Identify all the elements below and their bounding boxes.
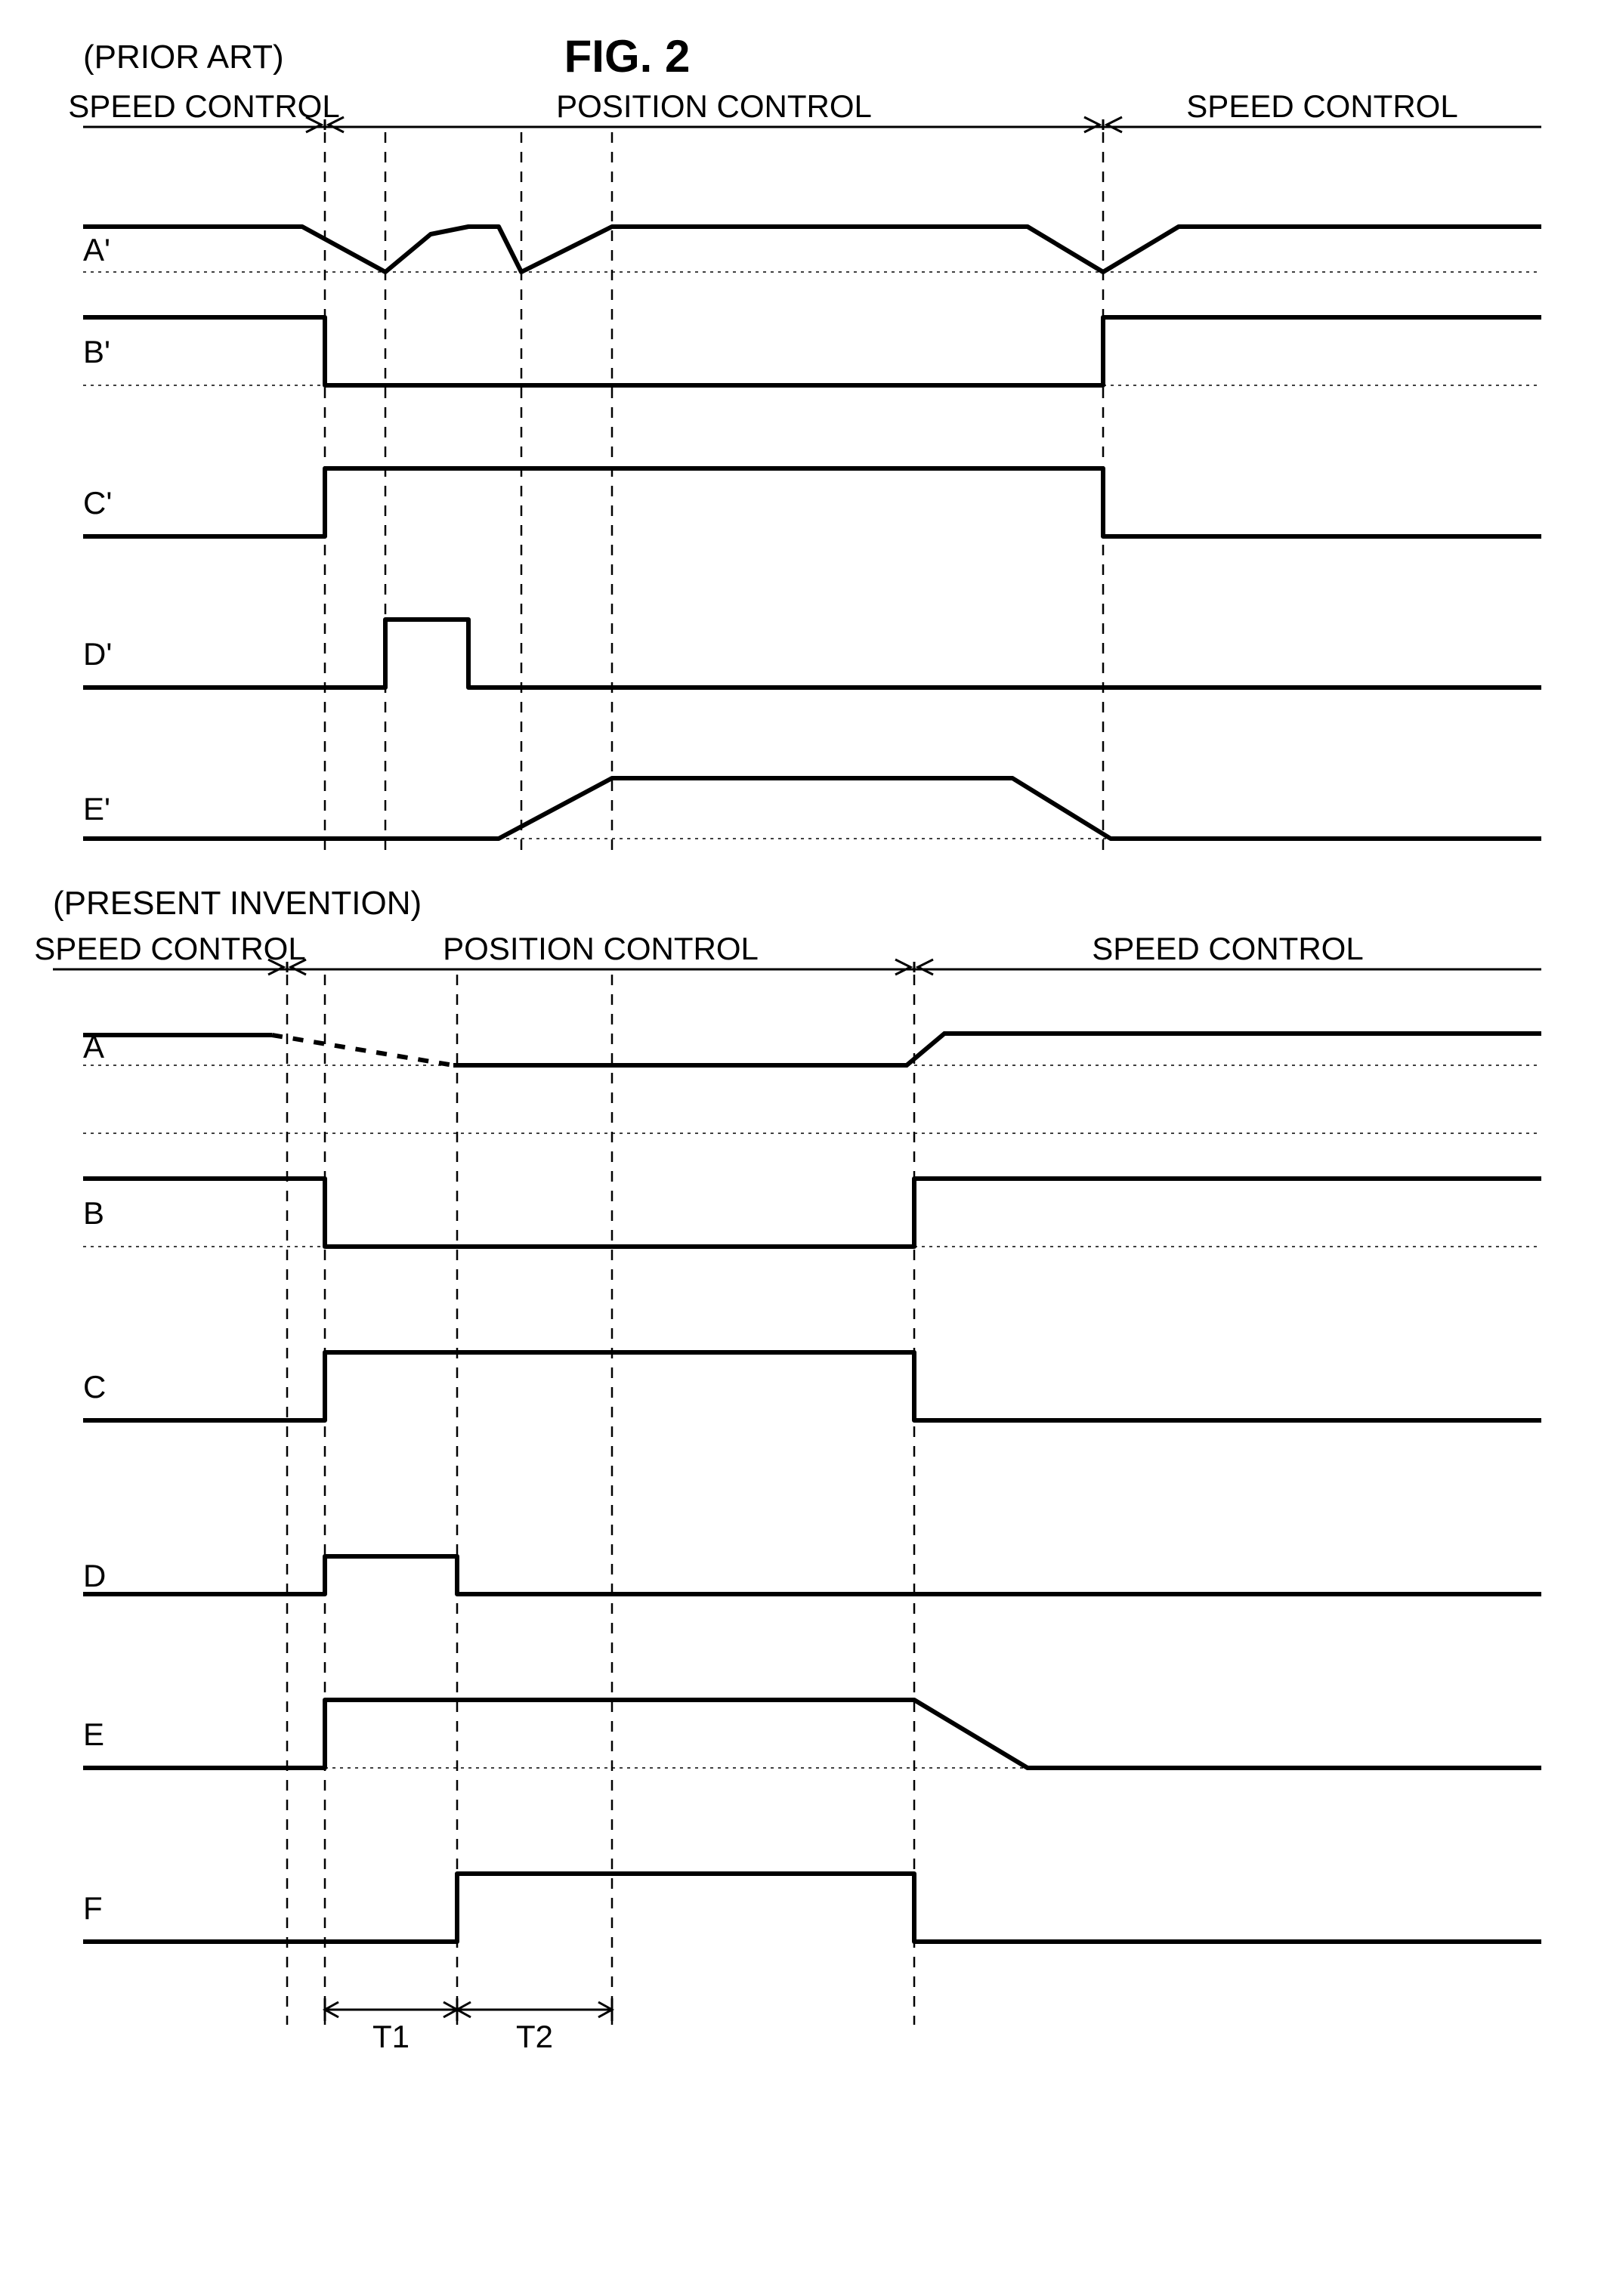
signal-label-C: C (83, 1369, 106, 1404)
figure-title: FIG. 2 (564, 31, 691, 82)
region-label-position_control: POSITION CONTROL (556, 88, 872, 124)
signal-label-Bp: B' (83, 334, 110, 369)
time-span-label-t1: T1 (372, 2019, 410, 2054)
region-label-speed_control: SPEED CONTROL (34, 931, 305, 966)
arrow-left-icon (1107, 117, 1122, 132)
region-label-speed_control: SPEED CONTROL (1092, 931, 1363, 966)
signal-trace-C (83, 1352, 1541, 1420)
arrow-right-icon (1084, 117, 1099, 132)
signal-label-Ap: A' (83, 232, 110, 267)
signal-trace-Dp (83, 620, 1541, 688)
region-label-speed_control: SPEED CONTROL (1186, 88, 1457, 124)
signal-trace-Ap (83, 227, 1541, 272)
figure-2: (PRIOR ART) FIG. 2 SPEED CONTROL POSITION C… (30, 30, 1571, 2266)
prior-art-label: (PRIOR ART) (83, 39, 284, 76)
signal-trace-A-2 (453, 1034, 1541, 1065)
signal-label-F: F (83, 1890, 103, 1926)
signal-label-E: E (83, 1717, 104, 1752)
signal-trace-A-dashed (272, 1035, 453, 1065)
region-label-position_control: POSITION CONTROL (443, 931, 759, 966)
present-invention-label: (PRESENT INVENTION) (53, 885, 422, 922)
signal-label-Ep: E' (83, 791, 110, 827)
signal-trace-Ep (83, 778, 1541, 839)
arrow-left-icon (918, 959, 933, 975)
arrow-right-icon (895, 959, 910, 975)
signal-trace-B (83, 1179, 1541, 1247)
signal-trace-Cp (83, 468, 1541, 536)
signal-label-Dp: D' (83, 636, 112, 672)
signal-trace-E (83, 1700, 1541, 1768)
region-label-speed_control: SPEED CONTROL (68, 88, 339, 124)
signal-trace-Bp (83, 317, 1541, 385)
signal-trace-F (83, 1874, 1541, 1942)
signal-label-B: B (83, 1195, 104, 1231)
signal-label-D: D (83, 1558, 106, 1593)
timing-diagram-svg: (PRIOR ART) FIG. 2 SPEED CONTROL POSITION C… (30, 30, 1571, 2070)
signal-trace-D (83, 1556, 1541, 1594)
time-span-label-t2: T2 (516, 2019, 553, 2054)
signal-label-Cp: C' (83, 485, 112, 521)
